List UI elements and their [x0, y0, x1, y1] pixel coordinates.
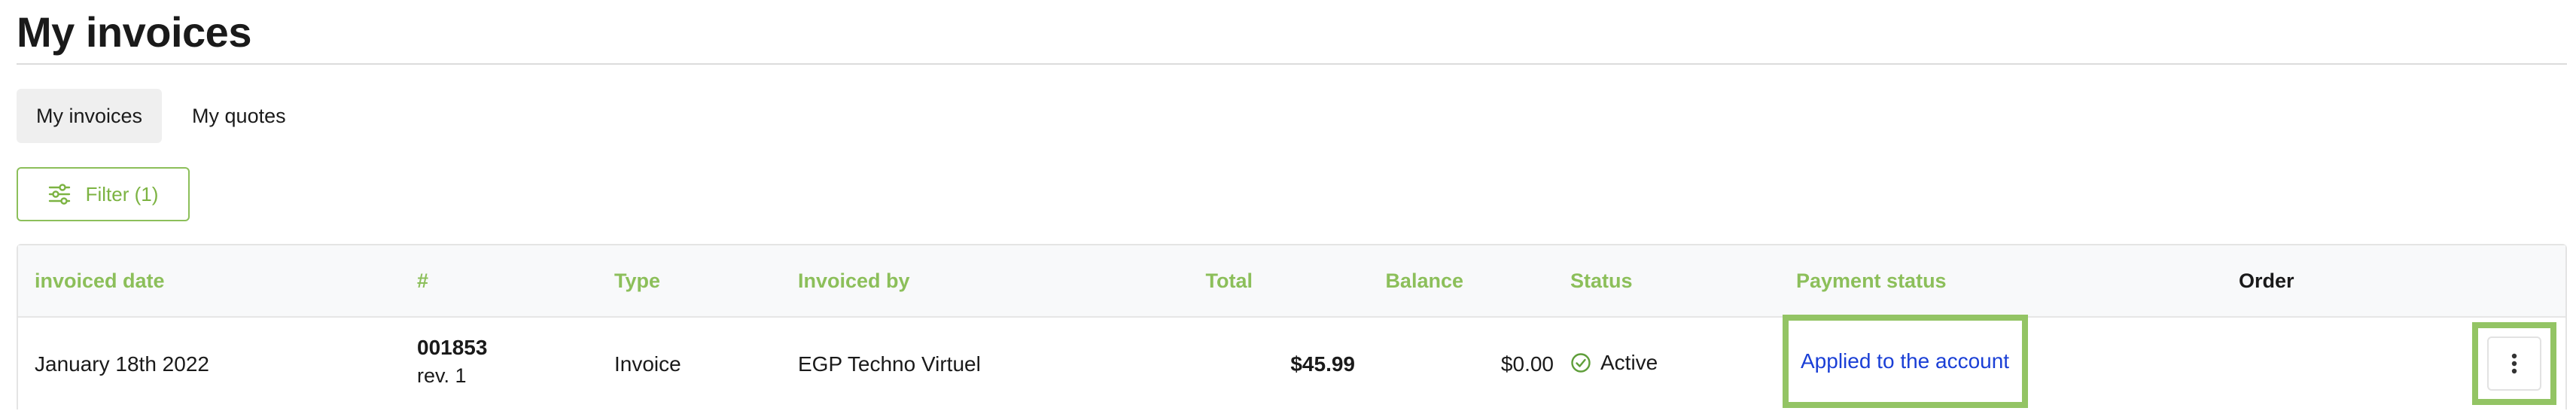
column-header-order: Order	[2239, 269, 2294, 292]
filter-button[interactable]: Filter (1)	[17, 167, 190, 221]
balance-cell: $0.00	[1500, 352, 1554, 376]
row-actions-button[interactable]	[2487, 336, 2541, 391]
tab-bar: My invoices My quotes	[17, 89, 316, 143]
column-header-balance[interactable]: Balance	[1298, 245, 1463, 316]
total-cell: $45.99	[1290, 352, 1355, 376]
column-header-type[interactable]: Type	[614, 245, 660, 316]
filter-label: Filter (1)	[85, 182, 159, 206]
tab-my-invoices[interactable]: My invoices	[17, 89, 163, 143]
sliders-icon	[48, 184, 70, 205]
column-header-total[interactable]: Total	[1177, 245, 1253, 316]
status-cell: Active	[1570, 351, 1658, 375]
column-header-number[interactable]: #	[417, 245, 428, 316]
status-label: Active	[1600, 351, 1658, 374]
invoice-number: 001853	[417, 336, 488, 359]
invoice-revision: rev. 1	[417, 364, 467, 387]
table-header: invoiced date # Type Invoiced by Total B…	[18, 245, 2565, 318]
invoice-number-cell: 001853 rev. 1	[417, 336, 487, 388]
tab-my-quotes[interactable]: My quotes	[172, 89, 306, 143]
invoiced-date-cell: January 18th 2022	[35, 352, 209, 376]
title-divider	[17, 63, 2567, 65]
column-header-invoiced-date[interactable]: invoiced date	[35, 245, 165, 316]
type-cell: Invoice	[614, 352, 681, 376]
row-actions-cell	[2472, 322, 2556, 405]
column-header-payment-status[interactable]: Payment status	[1796, 245, 1947, 316]
kebab-menu-icon	[2511, 353, 2517, 374]
table-row[interactable]: January 18th 2022 001853 rev. 1 Invoice …	[18, 318, 2565, 411]
column-header-status[interactable]: Status	[1570, 245, 1633, 316]
payment-status-link[interactable]: Applied to the account	[1801, 349, 2009, 373]
check-circle-icon	[1571, 353, 1591, 373]
payment-status-cell: Applied to the account	[1783, 315, 2028, 408]
page-title: My invoices	[17, 8, 251, 56]
invoiced-by-cell: EGP Techno Virtuel	[798, 352, 981, 376]
column-header-invoiced-by[interactable]: Invoiced by	[798, 245, 910, 316]
invoices-table: invoiced date # Type Invoiced by Total B…	[17, 244, 2567, 409]
